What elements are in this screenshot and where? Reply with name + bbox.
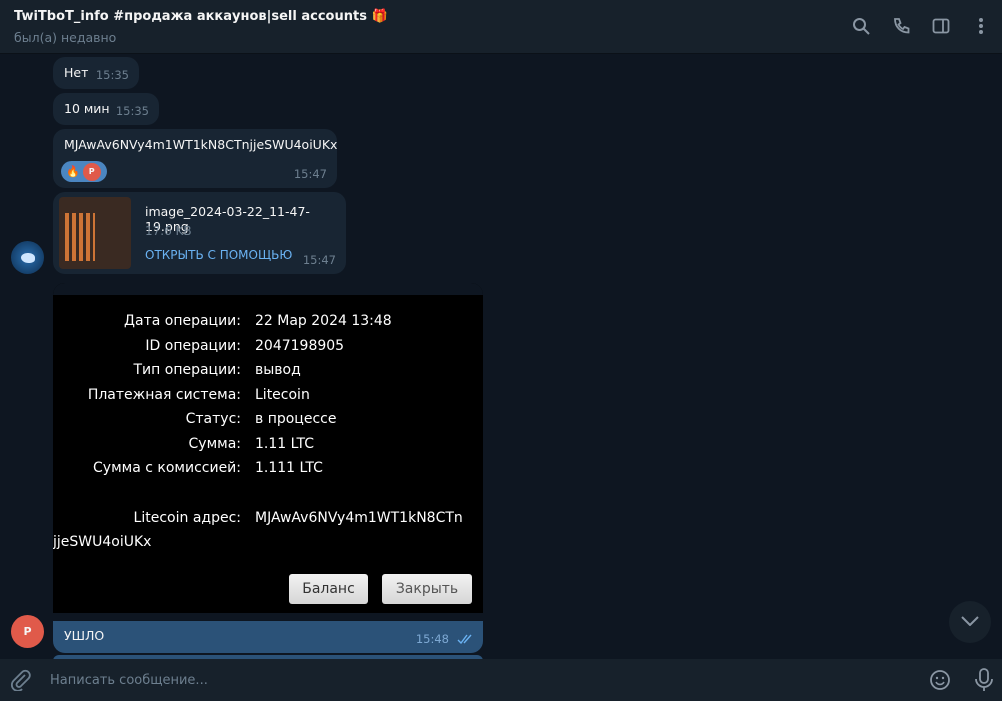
detail-label: Дата операции:	[124, 313, 241, 329]
detail-label: Платежная система:	[87, 387, 241, 403]
payment-screenshot-image[interactable]: Дата операции: 22 Мар 2024 13:48 ID опер…	[53, 283, 483, 613]
detail-value: 1.11 LTC	[255, 436, 315, 452]
message-bubble[interactable]: Нет 15:35	[53, 57, 139, 89]
detail-label: Сумма с комиссией:	[93, 460, 241, 476]
outgoing-message[interactable]: УШЛО 15:48	[53, 621, 483, 653]
message-text: MJAwAv6NVy4m1WT1kN8CTnjjeSWU4oiUKx	[64, 137, 338, 152]
fire-icon: 🔥	[66, 165, 80, 178]
message-time: 15:35	[95, 68, 129, 82]
phone-icon[interactable]	[890, 15, 912, 37]
emoji-icon[interactable]	[929, 669, 951, 695]
address-value: MJAwAv6NVy4m1WT1kN8CTn	[255, 510, 463, 526]
detail-value: вывод	[255, 362, 301, 378]
detail-value: 1.111 LTC	[255, 460, 323, 476]
chat-status: был(а) недавно	[14, 30, 117, 45]
chat-header: TwiTboT_info #продажа аккаунов|sell acco…	[0, 0, 1002, 54]
message-time: 15:48	[415, 632, 449, 646]
more-menu-icon[interactable]	[970, 15, 992, 37]
scroll-down-button[interactable]	[949, 601, 991, 643]
attach-icon[interactable]	[10, 669, 32, 695]
bird-icon	[20, 252, 35, 263]
close-button: Закрыть	[382, 574, 472, 604]
message-time: 15:35	[115, 104, 149, 118]
message-text: Нет	[64, 65, 89, 80]
file-thumbnail[interactable]	[59, 197, 131, 269]
chat-title[interactable]: TwiTboT_info #продажа аккаунов|sell acco…	[14, 9, 388, 24]
reaction-user-avatar: Р	[82, 162, 101, 181]
detail-value: Litecoin	[255, 387, 310, 403]
address-label: Litecoin адрес:	[133, 510, 241, 526]
message-input[interactable]	[40, 665, 900, 695]
sidebar-toggle-icon[interactable]	[930, 15, 952, 37]
microphone-icon[interactable]	[974, 668, 994, 696]
detail-value: 22 Мар 2024 13:48	[255, 313, 392, 329]
message-time: 15:47	[293, 167, 327, 181]
qr-code-icon	[65, 213, 95, 261]
message-bubble[interactable]: 10 мин 15:35	[53, 93, 159, 125]
file-message[interactable]: image_2024-03-22_11-47-19.png 17.6 KB ОТ…	[53, 192, 346, 274]
chevron-down-icon	[961, 615, 979, 630]
open-with-link[interactable]: ОТКРЫТЬ С ПОМОЩЬЮ	[145, 248, 292, 262]
detail-value: 2047198905	[255, 338, 345, 354]
reaction-badge[interactable]: 🔥 Р	[61, 161, 107, 182]
message-time: 15:47	[302, 253, 336, 267]
user-avatar[interactable]: Р	[11, 615, 44, 648]
message-text: УШЛО	[64, 628, 105, 643]
detail-label: Статус:	[185, 411, 241, 427]
address-value-cont: jjeSWU4oiUKx	[53, 534, 152, 550]
message-bubble[interactable]: MJAwAv6NVy4m1WT1kN8CTnjjeSWU4oiUKx 🔥 Р 1…	[53, 129, 337, 188]
double-check-icon	[457, 632, 475, 647]
file-size: 17.6 KB	[145, 224, 192, 238]
search-icon[interactable]	[850, 15, 872, 37]
bot-avatar[interactable]	[11, 241, 44, 274]
composer	[0, 659, 1002, 701]
balance-button: Баланс	[289, 574, 368, 604]
detail-value: в процессе	[255, 411, 337, 427]
detail-label: Тип операции:	[133, 362, 242, 378]
message-text: 10 мин	[64, 101, 110, 116]
detail-label: Сумма:	[188, 436, 241, 452]
detail-label: ID операции:	[145, 338, 241, 354]
